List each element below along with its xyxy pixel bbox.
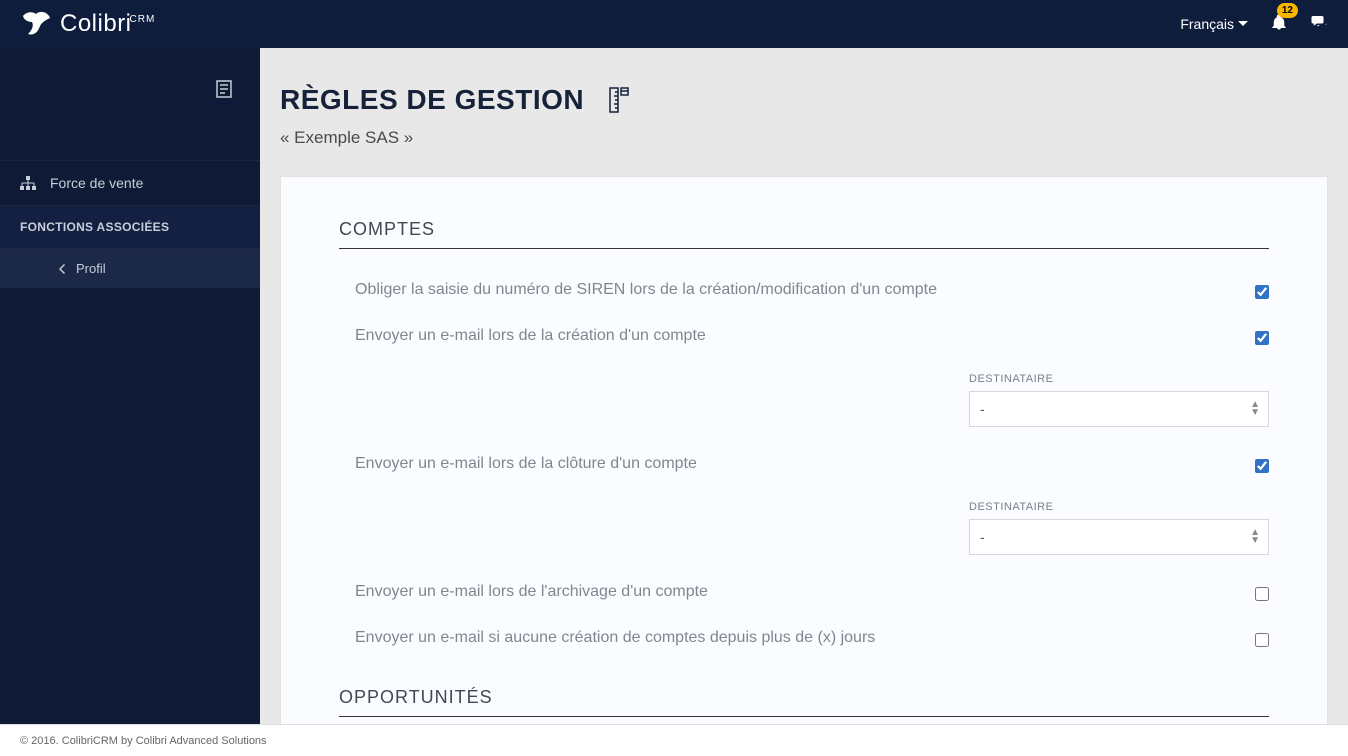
rule-row: Envoyer un e-mail lors de la clôture d'u… [339,455,1269,473]
notification-badge: 12 [1277,3,1298,18]
section-title-comptes: COMPTES [339,219,1269,249]
language-label: Français [1180,16,1234,32]
rule-row: Obliger la saisie du numéro de SIREN lor… [339,281,1269,299]
footer: © 2016. ColibriCRM by Colibri Advanced S… [0,724,1348,756]
section-title-opportunites: OPPORTUNITÉS [339,687,1269,717]
chevron-down-icon [1238,21,1248,27]
destinataire-field: DESTINATAIRE - ▲▼ [969,501,1269,555]
field-label: DESTINATAIRE [969,373,1269,385]
destinataire-select-close[interactable]: - ▲▼ [969,519,1269,555]
page-header: RÈGLES DE GESTION « Exemple SAS » [260,48,1348,176]
rule-label: Envoyer un e-mail lors de la création d'… [355,327,1255,345]
field-label: DESTINATAIRE [969,501,1269,513]
destinataire-select-create[interactable]: - ▲▼ [969,391,1269,427]
destinataire-field: DESTINATAIRE - ▲▼ [969,373,1269,427]
notifications-button[interactable]: 12 [1270,13,1288,36]
rule-row: Envoyer un e-mail lors de la création d'… [339,327,1269,345]
sidebar-sub-label: Profil [76,261,106,276]
main-content: RÈGLES DE GESTION « Exemple SAS » COMPTE… [260,48,1348,724]
rules-card: COMPTES Obliger la saisie du numéro de S… [280,176,1328,724]
select-value: - [980,401,985,417]
rule-checkbox-siren[interactable] [1255,285,1269,299]
logo[interactable]: ColibriCRM [20,8,155,40]
chevron-left-icon [58,264,66,274]
rule-row: Envoyer un e-mail lors de l'archivage d'… [339,583,1269,601]
rule-checkbox-inactive-email[interactable] [1255,633,1269,647]
sidebar-section-label: FONCTIONS ASSOCIÉES [0,205,260,249]
rule-checkbox-close-email[interactable] [1255,459,1269,473]
chat-icon [1310,13,1328,31]
select-arrows-icon: ▲▼ [1250,401,1260,417]
logo-text: ColibriCRM [60,10,155,38]
rule-checkbox-create-email[interactable] [1255,331,1269,345]
header-actions: Français 12 [1180,13,1328,36]
select-arrows-icon: ▲▼ [1250,529,1260,545]
ruler-icon [608,87,630,113]
sidebar-top [0,48,260,160]
document-icon[interactable] [216,80,232,98]
rule-label: Envoyer un e-mail si aucune création de … [355,629,1255,647]
language-selector[interactable]: Français [1180,16,1248,32]
top-header: ColibriCRM Français 12 [0,0,1348,48]
sidebar-item-label: Force de vente [50,175,143,191]
page-title: RÈGLES DE GESTION [280,84,584,116]
sidebar-item-sales[interactable]: Force de vente [0,160,260,205]
chat-button[interactable] [1310,13,1328,36]
bird-icon [20,8,52,40]
page-subtitle: « Exemple SAS » [280,128,1328,148]
sidebar: Force de vente FONCTIONS ASSOCIÉES Profi… [0,48,260,724]
rule-row: Envoyer un e-mail si aucune création de … [339,629,1269,647]
sidebar-sub-profile[interactable]: Profil [0,249,260,288]
footer-text: © 2016. ColibriCRM by Colibri Advanced S… [20,735,267,747]
rule-label: Envoyer un e-mail lors de la clôture d'u… [355,455,1255,473]
org-chart-icon [20,176,36,190]
rule-label: Envoyer un e-mail lors de l'archivage d'… [355,583,1255,601]
rule-checkbox-archive-email[interactable] [1255,587,1269,601]
rule-label: Obliger la saisie du numéro de SIREN lor… [355,281,1255,299]
select-value: - [980,529,985,545]
